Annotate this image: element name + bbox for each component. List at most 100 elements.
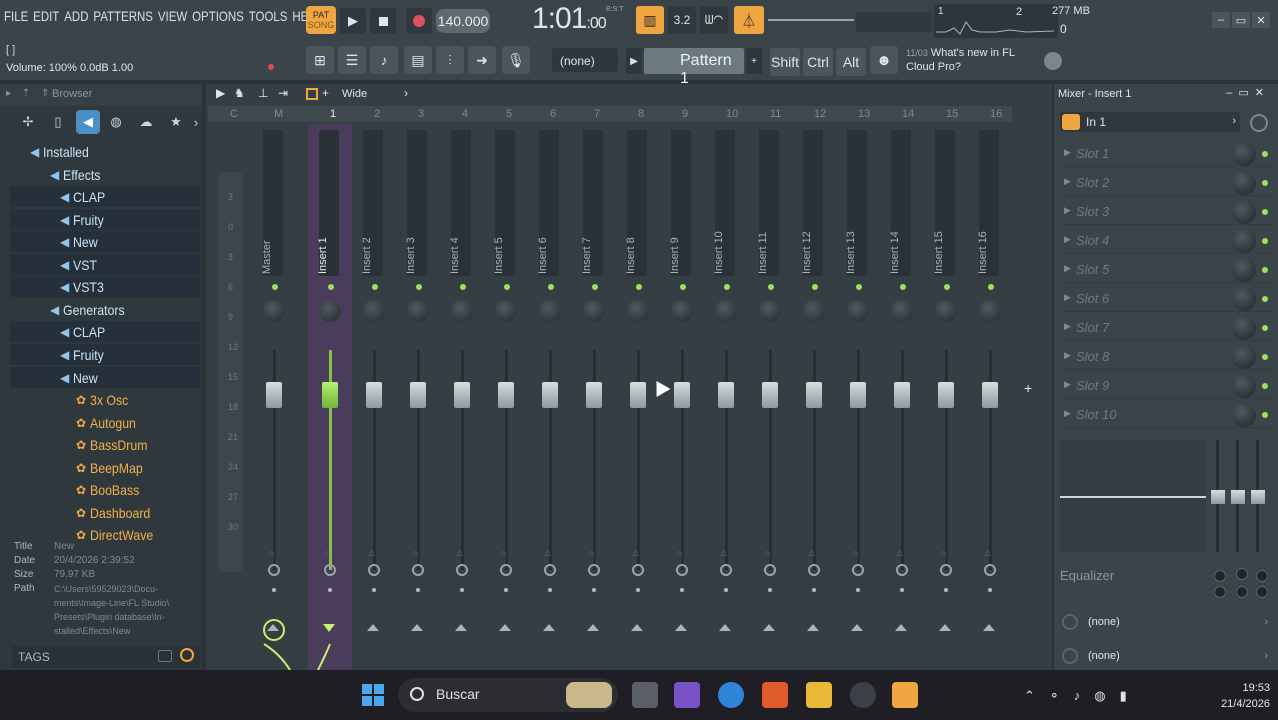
volume-fader[interactable] — [266, 382, 282, 408]
mixer-track-insert[interactable]: Insert 6 ⌂ — [528, 124, 572, 670]
stereo-separation-icon[interactable]: ⌂ — [325, 548, 335, 558]
pan-knob[interactable] — [715, 300, 737, 322]
pan-knob[interactable] — [263, 300, 285, 322]
arm-record-dot[interactable] — [680, 588, 684, 592]
slot-arrow-icon[interactable]: ▶ — [1064, 379, 1071, 390]
slot-enable-led[interactable] — [1262, 267, 1268, 273]
volume-fader[interactable] — [542, 382, 558, 408]
pan-control-icon[interactable] — [984, 564, 996, 576]
stereo-separation-icon[interactable]: ⌂ — [457, 548, 467, 558]
pan-control-icon[interactable] — [632, 564, 644, 576]
pan-control-icon[interactable] — [500, 564, 512, 576]
master-pitch-box[interactable] — [856, 12, 932, 32]
mixer-track-insert[interactable]: Insert 11 ⌂ — [748, 124, 792, 670]
slot-mix-knob[interactable] — [1232, 403, 1256, 427]
arm-record-dot[interactable] — [504, 588, 508, 592]
pattern-selector[interactable]: Pattern 1 — [644, 48, 744, 87]
volume-fader[interactable] — [630, 382, 646, 408]
snap-icon[interactable]: ⊞ — [306, 46, 334, 74]
news-icon[interactable]: ☻ — [870, 46, 898, 74]
horse-icon[interactable]: ♞ — [234, 86, 245, 100]
track-enable-led[interactable] — [724, 284, 730, 290]
pan-control-icon[interactable] — [808, 564, 820, 576]
effect-slot[interactable]: ▶ Slot 7 — [1060, 314, 1274, 341]
browser-plugin-item[interactable]: ✿ BooBass — [76, 480, 146, 500]
pan-control-icon[interactable] — [896, 564, 908, 576]
stereo-separation-icon[interactable]: ⌂ — [369, 548, 379, 558]
arm-record-dot[interactable] — [548, 588, 552, 592]
track-enable-led[interactable] — [592, 284, 598, 290]
task-view-icon[interactable] — [632, 682, 658, 708]
obs-icon[interactable] — [850, 682, 876, 708]
mixer-track-insert[interactable]: Insert 3 ⌂ — [396, 124, 440, 670]
track-enable-led[interactable] — [812, 284, 818, 290]
eq-knob[interactable] — [1214, 586, 1226, 598]
eq-band-fader[interactable] — [1211, 490, 1225, 504]
chevron-right-icon[interactable]: › — [404, 86, 408, 100]
maximize-button[interactable]: ▭ — [1232, 12, 1250, 28]
slot-enable-led[interactable] — [1262, 151, 1268, 157]
track-enable-led[interactable] — [372, 284, 378, 290]
eq-knob[interactable] — [1214, 570, 1226, 582]
route-arrow-icon[interactable] — [455, 624, 467, 631]
eq-knob[interactable] — [1256, 570, 1268, 582]
effect-slot[interactable]: ▶ Slot 6 — [1060, 285, 1274, 312]
pan-control-icon[interactable] — [940, 564, 952, 576]
globe-icon[interactable] — [1044, 52, 1062, 70]
browser-folder-item[interactable]: ◀ New — [60, 368, 101, 388]
browser-folder-item[interactable]: ◀ Effects — [50, 165, 106, 185]
pan-control-icon[interactable] — [368, 564, 380, 576]
add-track-icon[interactable]: + — [1024, 380, 1032, 396]
add-icon[interactable]: + — [322, 86, 329, 100]
mixer-track-insert[interactable]: Insert 16 ⌂ — [968, 124, 1012, 670]
volume-fader[interactable] — [938, 382, 954, 408]
mixer-track-insert[interactable]: Insert 13 ⌂ — [836, 124, 880, 670]
track-enable-led[interactable] — [680, 284, 686, 290]
arm-record-dot[interactable] — [812, 588, 816, 592]
arm-record-dot[interactable] — [272, 588, 276, 592]
effect-slot[interactable]: ▶ Slot 2 — [1060, 169, 1274, 196]
slot-arrow-icon[interactable]: ▶ — [1064, 321, 1071, 332]
system-tray[interactable]: ⌃⚬♪◍▮ — [1024, 688, 1141, 704]
eq-knob[interactable] — [1236, 586, 1248, 598]
route-arrow-icon[interactable] — [411, 624, 423, 631]
input-select[interactable]: In 1 › — [1060, 112, 1240, 132]
route-arrow-icon[interactable] — [631, 624, 643, 631]
stereo-separation-icon[interactable]: ⌂ — [941, 548, 951, 558]
stereo-separation-icon[interactable]: ⌂ — [897, 548, 907, 558]
slot-arrow-icon[interactable]: ▶ — [1064, 176, 1071, 187]
slot-mix-knob[interactable] — [1232, 142, 1256, 166]
master-volume-bar[interactable] — [768, 19, 854, 21]
slot-mix-knob[interactable] — [1232, 316, 1256, 340]
volume-fader[interactable] — [674, 382, 690, 408]
pattern-add-button[interactable]: + — [746, 48, 762, 74]
slot-mix-knob[interactable] — [1232, 345, 1256, 369]
pan-knob[interactable] — [627, 300, 649, 322]
volume-fader[interactable] — [894, 382, 910, 408]
mixer-track-insert[interactable]: Insert 7 ⌂ — [572, 124, 616, 670]
route-arrow-icon[interactable] — [763, 624, 775, 631]
piano-roll-window-icon[interactable]: ♪ — [370, 46, 398, 74]
slot-enable-led[interactable] — [1262, 354, 1268, 360]
slot-enable-led[interactable] — [1262, 412, 1268, 418]
browser-plugin-item[interactable]: ✿ 3x Osc — [76, 390, 134, 410]
browser-folder-item[interactable]: ◀ CLAP — [60, 187, 110, 207]
browser-folder-item[interactable]: ◀ CLAP — [60, 322, 110, 342]
pan-control-icon[interactable] — [544, 564, 556, 576]
browser-folder-item[interactable]: ◀ Fruity — [60, 210, 108, 230]
volume-fader[interactable] — [322, 382, 338, 408]
pan-knob[interactable] — [407, 300, 429, 322]
browser-folder-item[interactable]: ◀ Installed — [30, 142, 95, 162]
highlight-icon[interactable] — [306, 88, 318, 100]
slot-enable-led[interactable] — [1262, 296, 1268, 302]
mixer-track-insert[interactable]: Insert 12 ⌂ — [792, 124, 836, 670]
track-enable-led[interactable] — [856, 284, 862, 290]
arm-record-dot[interactable] — [460, 588, 464, 592]
track-enable-led[interactable] — [328, 284, 334, 290]
effect-slot[interactable]: ▶ Slot 5 — [1060, 256, 1274, 283]
menu-edit[interactable]: EDIT — [33, 8, 59, 30]
mixer-track-insert[interactable]: Insert 8 ⌂ — [616, 124, 660, 670]
track-enable-led[interactable] — [900, 284, 906, 290]
menu-tools[interactable]: TOOLS — [249, 8, 288, 30]
pin-icon[interactable]: ⊥ — [258, 86, 268, 100]
